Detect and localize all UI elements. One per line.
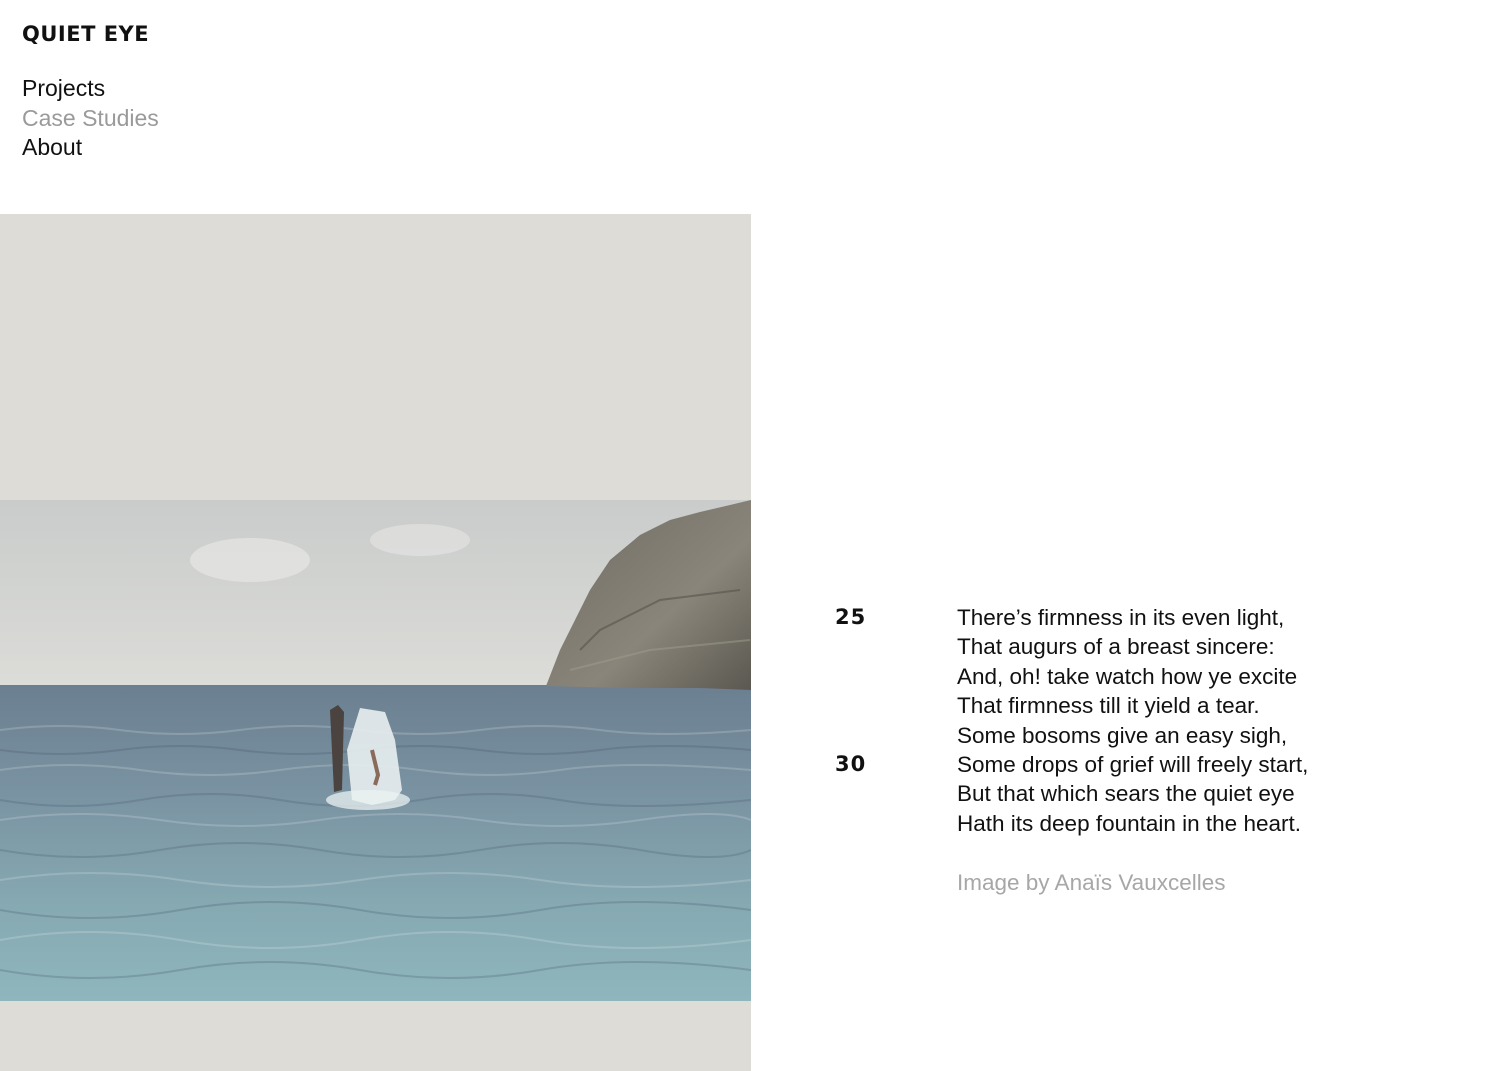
poem-line: Hath its deep fountain in the heart. (957, 810, 1301, 836)
poem-line: There’s firmness in its even light, (957, 605, 1285, 630)
nav-item-about[interactable]: About (22, 133, 159, 163)
poem-line: And, oh! take watch how ye excite (957, 663, 1298, 689)
line-number-25: 25 (835, 605, 867, 629)
site-logo[interactable]: QUIET EYE (22, 20, 149, 48)
sea-photo-image (0, 500, 751, 1001)
nav-item-projects[interactable]: Projects (22, 74, 159, 104)
nav-item-case-studies[interactable]: Case Studies (22, 104, 159, 134)
poem-text: There’s firmness in its even light, That… (957, 603, 1308, 838)
sea-photo (0, 500, 751, 1001)
poem-line: But that which sears the quiet eye (957, 781, 1295, 807)
image-credit: Image by Anaïs Vauxcelles (957, 870, 1226, 895)
line-number-30: 30 (835, 752, 867, 776)
poem-line: That augurs of a breast sincere: (957, 634, 1275, 660)
photo-panel (0, 214, 751, 1071)
poem-line: Some bosoms give an easy sigh, (957, 722, 1288, 748)
poem-line: That firmness till it yield a tear. (957, 693, 1260, 719)
main-nav: Projects Case Studies About (22, 74, 159, 163)
poem-line: Some drops of grief will freely start, (957, 752, 1309, 778)
